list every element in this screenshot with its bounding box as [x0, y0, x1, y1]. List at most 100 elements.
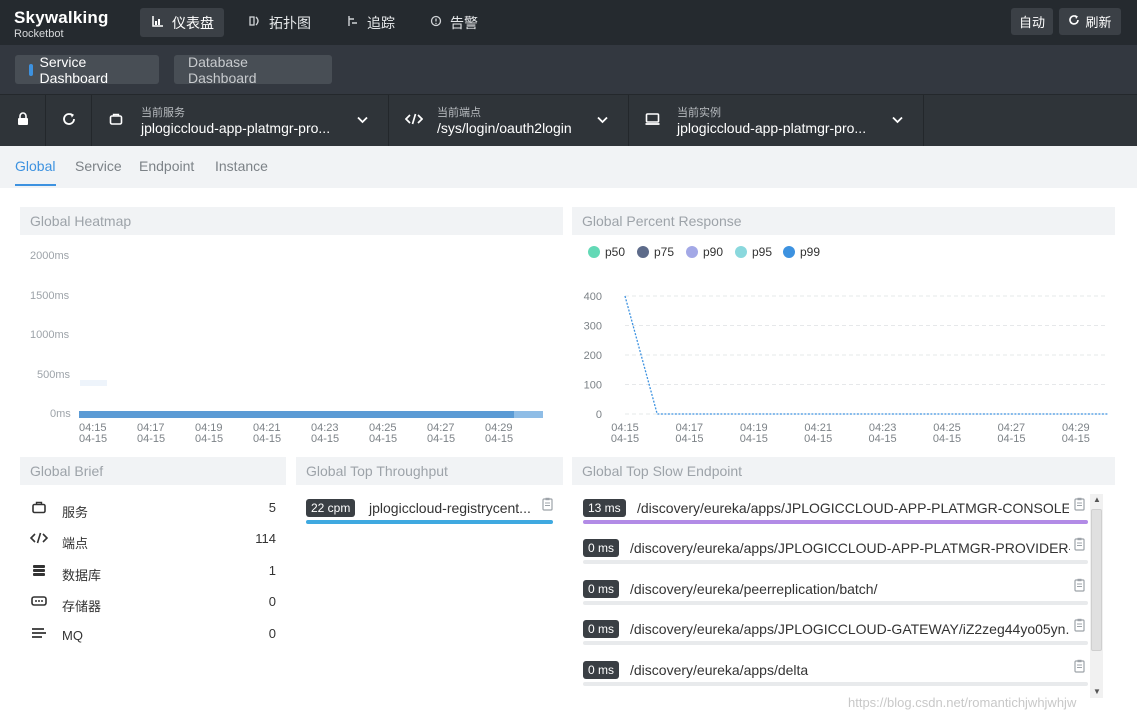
legend-marker [637, 246, 649, 258]
brief-label: 数据库 [62, 568, 102, 583]
logo-text: Skywalking [14, 8, 109, 27]
slow-endpoint-item[interactable]: 0 ms /discovery/eureka/apps/JPLOGICCLOUD… [583, 537, 1088, 567]
y-tick-label: 100 [584, 380, 602, 392]
x-tick-date: 04-15 [611, 433, 639, 445]
clipboard-icon[interactable] [1074, 618, 1085, 635]
legend-marker [686, 246, 698, 258]
database-dashboard-tab[interactable]: Database Dashboard [174, 54, 332, 86]
tab-endpoint[interactable]: Endpoint [139, 158, 194, 174]
endpoint-path: /discovery/eureka/peerreplication/batch/ [630, 581, 878, 597]
tab-service[interactable]: Service [75, 158, 122, 174]
service-icon [109, 112, 123, 129]
clipboard-icon[interactable] [1074, 537, 1085, 554]
tab-instance[interactable]: Instance [215, 158, 268, 174]
nav-dashboard[interactable]: 仪表盘 [140, 8, 224, 37]
endpoint-path: /discovery/eureka/apps/JPLOGICCLOUD-APP-… [637, 500, 1069, 516]
legend-p95[interactable]: p95 [735, 245, 772, 259]
active-tab-underline [15, 184, 56, 186]
refresh-button[interactable]: 刷新 [1059, 8, 1121, 35]
legend-label: p99 [800, 245, 821, 259]
slow-endpoint-item[interactable]: 0 ms /discovery/eureka/peerreplication/b… [583, 578, 1088, 608]
monitor-icon [645, 112, 660, 129]
reload-icon [62, 112, 76, 130]
nav-alarm[interactable]: 告警 [418, 8, 488, 37]
endpoint-selector[interactable]: 当前端点 /sys/login/oauth2login [389, 95, 629, 146]
refresh-button-label: 刷新 [1085, 15, 1112, 30]
endpoint-icon [29, 532, 49, 547]
latency-badge: 0 ms [583, 620, 620, 638]
heatmap-y-tick: 1000ms [30, 329, 70, 341]
heatmap-x-date: 04-15 [485, 433, 514, 445]
lock-icon [17, 111, 29, 130]
service-selector[interactable]: 当前服务 jplogiccloud-app-platmgr-pro... [93, 95, 389, 146]
logo-subtitle: Rocketbot [14, 28, 64, 40]
throughput-service-name: jplogiccloud-registrycent... [369, 500, 531, 516]
brief-value: 0 [268, 626, 276, 641]
selector-bar: 当前服务 jplogiccloud-app-platmgr-pro... 当前端… [0, 94, 1137, 146]
nav-alarm-label: 告警 [450, 14, 478, 31]
brief-label: 端点 [62, 536, 89, 551]
scroll-up-icon[interactable]: ▲ [1093, 495, 1101, 504]
x-tick-date: 04-15 [1062, 433, 1090, 445]
heatmap-x-date: 04-15 [195, 433, 224, 445]
y-tick-label: 200 [584, 350, 602, 362]
heatmap-band [514, 411, 543, 418]
service-selector-label: 当前服务 [141, 107, 185, 119]
brief-row-cache: 存储器 0 [20, 592, 286, 618]
legend-p75[interactable]: p75 [637, 245, 674, 259]
legend-p90[interactable]: p90 [686, 245, 723, 259]
y-tick-label: 0 [596, 409, 602, 421]
heatmap-y-tick: 1500ms [30, 290, 70, 302]
service-dashboard-tab[interactable]: Service Dashboard [15, 54, 159, 86]
cache-icon [30, 595, 48, 610]
top-nav: Skywalking Rocketbot 仪表盘 拓扑图 追踪 告警 自动 刷新 [0, 0, 1137, 45]
chart-icon [150, 15, 166, 30]
brief-value: 1 [268, 563, 276, 578]
legend-p99[interactable]: p99 [783, 245, 820, 259]
legend-label: p50 [605, 245, 626, 259]
nav-trace[interactable]: 追踪 [335, 8, 405, 37]
brief-value: 114 [255, 531, 276, 546]
slow-endpoint-item[interactable]: 0 ms /discovery/eureka/apps/delta [583, 659, 1088, 689]
brief-value: 0 [268, 594, 276, 609]
x-tick-date: 04-15 [869, 433, 897, 445]
clipboard-icon[interactable] [1074, 578, 1085, 595]
reload-button[interactable] [46, 95, 92, 146]
auto-button[interactable]: 自动 [1011, 8, 1053, 35]
trace-icon [345, 15, 361, 30]
nav-topology[interactable]: 拓扑图 [237, 8, 321, 37]
slow-endpoint-item[interactable]: 13 ms /discovery/eureka/apps/JPLOGICCLOU… [583, 497, 1088, 527]
clipboard-icon[interactable] [1074, 659, 1085, 676]
brief-title: Global Brief [20, 457, 286, 485]
brief-label: 服务 [62, 505, 89, 520]
brief-label: 存储器 [62, 599, 102, 614]
tab-global[interactable]: Global [15, 158, 55, 174]
slow-title: Global Top Slow Endpoint [572, 457, 1115, 485]
code-icon [404, 112, 424, 129]
throughput-title: Global Top Throughput [296, 457, 563, 485]
latency-bar [583, 520, 1088, 524]
endpoint-path: /discovery/eureka/apps/delta [630, 662, 809, 678]
latency-badge: 0 ms [583, 580, 620, 598]
scroll-down-icon[interactable]: ▼ [1093, 687, 1101, 696]
chevron-down-icon [892, 112, 903, 127]
throughput-item[interactable]: 22 cpm jplogiccloud-registrycent... [306, 497, 553, 527]
alarm-icon [428, 15, 444, 30]
nav-trace-label: 追踪 [367, 14, 395, 31]
scrollbar-thumb[interactable] [1091, 509, 1102, 651]
clipboard-icon[interactable] [1074, 497, 1085, 514]
database-icon [30, 564, 48, 580]
lock-button[interactable] [0, 95, 46, 146]
instance-selector-label: 当前实例 [677, 107, 721, 119]
heatmap-x-date: 04-15 [311, 433, 340, 445]
brief-row-database: 数据库 1 [20, 561, 286, 587]
legend-marker [588, 246, 600, 258]
slow-endpoint-item[interactable]: 0 ms /discovery/eureka/apps/JPLOGICCLOUD… [583, 618, 1088, 648]
heatmap-band [79, 411, 514, 418]
x-tick-date: 04-15 [997, 433, 1025, 445]
instance-selector[interactable]: 当前实例 jplogiccloud-app-platmgr-pro... [629, 95, 924, 146]
clipboard-icon[interactable] [542, 497, 553, 514]
instance-selector-value: jplogiccloud-app-platmgr-pro... [677, 120, 867, 136]
legend-p50[interactable]: p50 [588, 245, 625, 259]
legend-marker [735, 246, 747, 258]
